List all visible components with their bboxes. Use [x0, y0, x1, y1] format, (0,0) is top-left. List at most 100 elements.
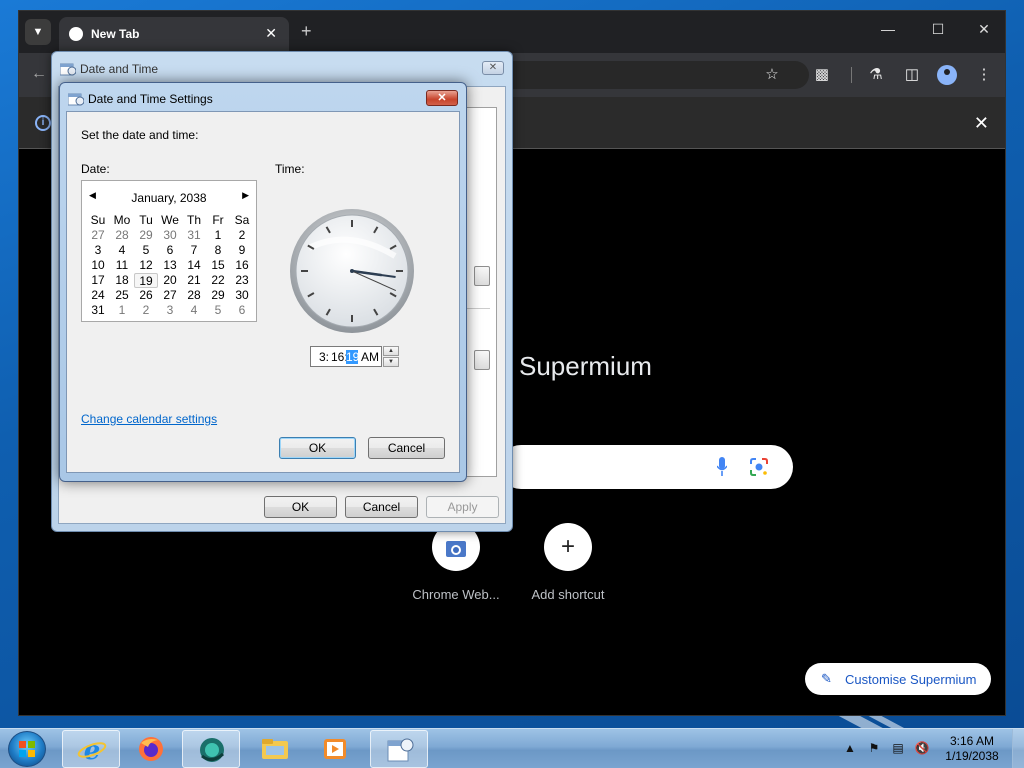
- calendar-day[interactable]: 3: [86, 243, 110, 258]
- calendar-day[interactable]: 24: [86, 288, 110, 303]
- calendar-day[interactable]: 2: [134, 303, 158, 318]
- change-date-button[interactable]: [474, 266, 490, 286]
- search-box[interactable]: [499, 445, 793, 489]
- microphone-icon[interactable]: [717, 457, 727, 477]
- calendar-day[interactable]: 31: [86, 303, 110, 318]
- close-tab-icon[interactable]: ✕: [265, 25, 277, 42]
- ok-button[interactable]: OK: [279, 437, 356, 459]
- calendar-day[interactable]: 29: [134, 228, 158, 243]
- time-ampm[interactable]: AM: [361, 350, 379, 364]
- labs-flask-icon[interactable]: ⚗: [865, 65, 887, 83]
- change-timezone-button[interactable]: [474, 350, 490, 370]
- extensions-icon[interactable]: ▩: [811, 65, 833, 83]
- calendar-day[interactable]: 1: [206, 228, 230, 243]
- taskbar-date-time[interactable]: [370, 730, 428, 768]
- calendar-day[interactable]: 23: [230, 273, 254, 288]
- maximize-icon[interactable]: ☐: [923, 21, 953, 38]
- lens-icon[interactable]: [749, 457, 769, 477]
- calendar-day[interactable]: 6: [230, 303, 254, 318]
- apply-button[interactable]: Apply: [426, 496, 499, 518]
- side-panel-icon[interactable]: ◫: [901, 65, 923, 83]
- calendar-day[interactable]: 28: [182, 288, 206, 303]
- close-window-icon[interactable]: ✕: [969, 21, 999, 38]
- calendar-day[interactable]: 4: [110, 243, 134, 258]
- calendar-day[interactable]: 15: [206, 258, 230, 273]
- taskbar-firefox[interactable]: [122, 730, 180, 768]
- volume-muted-icon[interactable]: 🔇: [914, 741, 930, 757]
- calendar-day[interactable]: 8: [206, 243, 230, 258]
- calendar-day[interactable]: 5: [134, 243, 158, 258]
- show-desktop-button[interactable]: [1012, 729, 1024, 768]
- calendar-month[interactable]: January, 2038: [82, 191, 256, 205]
- calendar-day[interactable]: 21: [182, 273, 206, 288]
- system-clock[interactable]: 3:16 AM 1/19/2038: [936, 734, 1008, 764]
- calendar-day[interactable]: 1: [110, 303, 134, 318]
- tab-search-button[interactable]: ▼: [25, 19, 51, 45]
- calendar-day[interactable]: 25: [110, 288, 134, 303]
- windows-logo-icon: [19, 741, 35, 757]
- calendar-day[interactable]: 22: [206, 273, 230, 288]
- weekday-header: Sa: [234, 213, 250, 227]
- calendar-day[interactable]: 3: [158, 303, 182, 318]
- calendar-day[interactable]: 6: [158, 243, 182, 258]
- taskbar-internet-explorer[interactable]: e: [62, 730, 120, 768]
- calendar-day[interactable]: 17: [86, 273, 110, 288]
- calendar-day[interactable]: 7: [182, 243, 206, 258]
- spin-up-icon[interactable]: ▲: [383, 346, 399, 356]
- spin-down-icon[interactable]: ▼: [383, 357, 399, 367]
- weekday-header: We: [161, 213, 179, 227]
- change-calendar-link[interactable]: Change calendar settings: [81, 412, 217, 426]
- calendar-day[interactable]: 14: [182, 258, 206, 273]
- calendar-day[interactable]: 28: [110, 228, 134, 243]
- time-hour[interactable]: 3:: [319, 350, 329, 364]
- calendar-day[interactable]: 30: [230, 288, 254, 303]
- calendar-day[interactable]: 13: [158, 258, 182, 273]
- close-button[interactable]: ✕: [482, 61, 504, 75]
- calendar-day[interactable]: 26: [134, 288, 158, 303]
- taskbar-supermium[interactable]: [182, 730, 240, 768]
- calendar-day[interactable]: 19: [134, 273, 158, 288]
- calendar[interactable]: ◀ January, 2038 ▶ Su Mo Tu We Th Fr Sa 27 28 29 30…: [81, 180, 257, 322]
- new-tab-button[interactable]: +: [301, 21, 312, 42]
- cancel-button[interactable]: Cancel: [345, 496, 418, 518]
- close-infobar-icon[interactable]: ✕: [974, 113, 989, 134]
- calendar-day[interactable]: 31: [182, 228, 206, 243]
- calendar-day[interactable]: 29: [206, 288, 230, 303]
- calendar-day[interactable]: 10: [86, 258, 110, 273]
- bookmark-star-icon[interactable]: ☆: [761, 65, 783, 83]
- plus-icon: +: [544, 523, 592, 571]
- calendar-day[interactable]: 4: [182, 303, 206, 318]
- minimize-icon[interactable]: —: [873, 21, 903, 37]
- add-shortcut-button[interactable]: + Add shortcut: [518, 523, 618, 602]
- taskbar-media-player[interactable]: [306, 730, 364, 768]
- calendar-day[interactable]: 9: [230, 243, 254, 258]
- next-month-icon[interactable]: ▶: [242, 190, 249, 201]
- start-button[interactable]: [8, 731, 46, 767]
- show-hidden-icons-icon[interactable]: ▲: [842, 741, 858, 757]
- network-icon[interactable]: ▤: [890, 741, 906, 757]
- action-center-flag-icon[interactable]: ⚑: [866, 741, 882, 757]
- customise-button[interactable]: ✎ Customise Supermium: [805, 663, 991, 695]
- shortcut-chrome-web-store[interactable]: Chrome Web...: [406, 523, 506, 602]
- close-button[interactable]: ✕: [426, 90, 458, 106]
- time-second[interactable]: 19: [346, 350, 359, 364]
- taskbar-explorer[interactable]: [246, 730, 304, 768]
- profile-avatar-icon[interactable]: [937, 65, 957, 85]
- calendar-day[interactable]: 27: [86, 228, 110, 243]
- calendar-day[interactable]: 5: [206, 303, 230, 318]
- back-arrow-icon[interactable]: ←: [31, 65, 47, 83]
- calendar-day[interactable]: 27: [158, 288, 182, 303]
- tab-new-tab[interactable]: New Tab ✕: [59, 17, 289, 53]
- calendar-day[interactable]: 12: [134, 258, 158, 273]
- chevron-down-icon: ▼: [32, 26, 44, 38]
- calendar-day[interactable]: 2: [230, 228, 254, 243]
- calendar-day[interactable]: 30: [158, 228, 182, 243]
- calendar-day[interactable]: 18: [110, 273, 134, 288]
- time-input[interactable]: 3: 16: 19 AM: [310, 346, 382, 367]
- menu-dots-icon[interactable]: ⋮: [973, 65, 995, 83]
- calendar-day[interactable]: 20: [158, 273, 182, 288]
- calendar-day[interactable]: 16: [230, 258, 254, 273]
- cancel-button[interactable]: Cancel: [368, 437, 445, 459]
- ok-button[interactable]: OK: [264, 496, 337, 518]
- calendar-day[interactable]: 11: [110, 258, 134, 273]
